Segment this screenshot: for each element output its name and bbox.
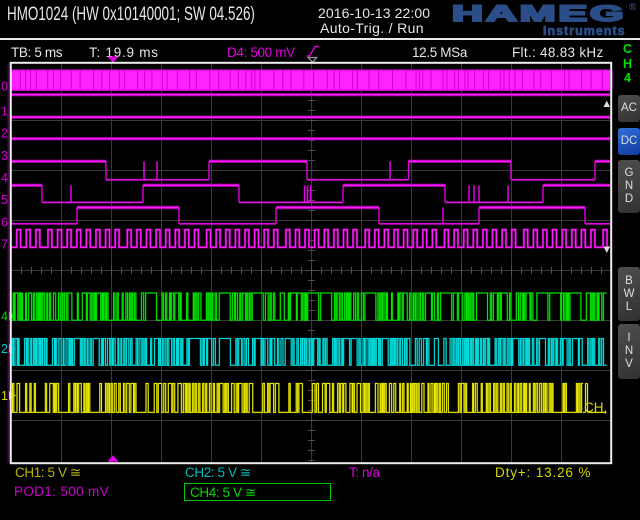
svg-text:2: 2 [1,127,8,141]
svg-text:0: 0 [1,80,8,94]
svg-text:1: 1 [1,389,8,403]
svg-text:4: 4 [1,310,8,324]
svg-text:1: 1 [1,105,8,119]
svg-text:6: 6 [1,216,8,230]
svg-text:3: 3 [1,149,8,163]
svg-text:4: 4 [1,171,8,185]
svg-text:7: 7 [1,238,8,252]
svg-text:5: 5 [1,193,8,207]
svg-text:2: 2 [1,342,8,356]
svg-text:CH,: CH, [584,400,607,415]
